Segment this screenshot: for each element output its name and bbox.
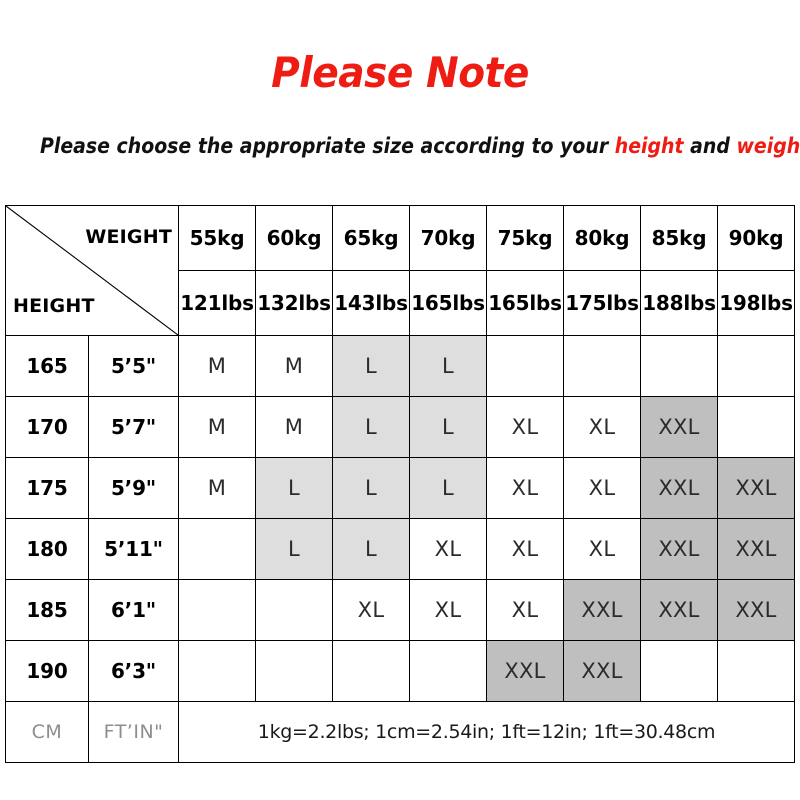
- size-cell-180-70: XL: [409, 518, 487, 580]
- height-cm-185: 185: [5, 579, 89, 641]
- conversion-note: 1kg=2.2lbs; 1cm=2.54in; 1ft=12in; 1ft=30…: [178, 701, 795, 763]
- size-cell-180-80: XL: [563, 518, 641, 580]
- size-cell-170-70: L: [409, 396, 487, 458]
- size-cell-170-55: M: [178, 396, 256, 458]
- footer-cm-label: CM: [5, 701, 89, 763]
- size-cell-175-85: XXL: [640, 457, 718, 519]
- table-row: 185 6’1" XL XL XL XXL XXL XXL: [5, 579, 795, 641]
- size-cell-190-80: XXL: [563, 640, 641, 702]
- size-cell-185-70: XL: [409, 579, 487, 641]
- size-cell-185-90: XXL: [717, 579, 795, 641]
- table-row: 165 5’5" M M L L: [5, 335, 795, 397]
- table-row: 170 5’7" M M L L XL XL XXL: [5, 396, 795, 458]
- page-subtitle: Please choose the appropriate size accor…: [40, 134, 800, 158]
- height-axis-label: HEIGHT: [13, 295, 95, 317]
- weight-kg-header-row: WEIGHT HEIGHT 55kg 60kg 65kg 70kg 75kg 80kg 85kg…: [5, 205, 795, 336]
- size-cell-empty-185-55: [178, 579, 256, 641]
- size-cell-165-60: M: [255, 335, 333, 397]
- height-ft-165: 5’5": [88, 335, 179, 397]
- weight-kg-header-7: 85kg: [640, 205, 718, 271]
- weight-lbs-header-7: 188lbs: [640, 270, 718, 336]
- conversion-footer-row: CM FT’IN" 1kg=2.2lbs; 1cm=2.54in; 1ft=12in…: [5, 701, 795, 763]
- size-chart-table: WEIGHT HEIGHT 55kg 60kg 65kg 70kg 75kg 80kg 85kg…: [5, 205, 795, 763]
- footer-ft-label: FT’IN": [88, 701, 179, 763]
- size-cell-170-75: XL: [486, 396, 564, 458]
- weight-lbs-header-3: 143lbs: [332, 270, 410, 336]
- size-cell-170-80: XL: [563, 396, 641, 458]
- size-chart-page: Please Note Please choose the appropriat…: [0, 0, 800, 800]
- size-cell-175-90: XXL: [717, 457, 795, 519]
- size-cell-empty-190-55: [178, 640, 256, 702]
- size-cell-empty-180-55: [178, 518, 256, 580]
- weight-lbs-header-4: 165lbs: [409, 270, 487, 336]
- height-ft-180: 5’11": [88, 518, 179, 580]
- size-cell-165-70: L: [409, 335, 487, 397]
- subtitle-text-middle: and: [683, 134, 737, 158]
- table-row: 180 5’11" L L XL XL XL XXL XXL: [5, 518, 795, 580]
- size-cell-empty-165-75: [486, 335, 564, 397]
- height-ft-175: 5’9": [88, 457, 179, 519]
- size-cell-185-75: XL: [486, 579, 564, 641]
- weight-lbs-header-8: 198lbs: [717, 270, 795, 336]
- height-ft-170: 5’7": [88, 396, 179, 458]
- size-cell-empty-190-90: [717, 640, 795, 702]
- size-cell-190-75: XXL: [486, 640, 564, 702]
- table-row: 190 6’3" XXL XXL: [5, 640, 795, 702]
- subtitle-highlight-weight: weight: [736, 134, 800, 158]
- size-cell-empty-190-65: [332, 640, 410, 702]
- weight-kg-header-6: 80kg: [563, 205, 641, 271]
- weight-lbs-header-2: 132lbs: [255, 270, 333, 336]
- size-cell-180-60: L: [255, 518, 333, 580]
- weight-kg-header-4: 70kg: [409, 205, 487, 271]
- size-cell-empty-165-85: [640, 335, 718, 397]
- height-ft-190: 6’3": [88, 640, 179, 702]
- subtitle-text-before: Please choose the appropriate size accor…: [40, 134, 615, 158]
- size-cell-165-55: M: [178, 335, 256, 397]
- weight-kg-header-8: 90kg: [717, 205, 795, 271]
- size-cell-185-80: XXL: [563, 579, 641, 641]
- size-cell-175-75: XL: [486, 457, 564, 519]
- size-cell-175-55: M: [178, 457, 256, 519]
- size-cell-180-85: XXL: [640, 518, 718, 580]
- size-cell-165-65: L: [332, 335, 410, 397]
- size-cell-empty-190-70: [409, 640, 487, 702]
- size-cell-185-85: XXL: [640, 579, 718, 641]
- height-cm-180: 180: [5, 518, 89, 580]
- size-cell-empty-165-90: [717, 335, 795, 397]
- size-cell-empty-185-60: [255, 579, 333, 641]
- size-chart-table-wrapper: WEIGHT HEIGHT 55kg 60kg 65kg 70kg 75kg 80kg 85kg…: [5, 205, 795, 763]
- weight-lbs-header-5: 165lbs: [486, 270, 564, 336]
- size-cell-175-60: L: [255, 457, 333, 519]
- height-cm-175: 175: [5, 457, 89, 519]
- size-cell-170-85: XXL: [640, 396, 718, 458]
- weight-kg-header-5: 75kg: [486, 205, 564, 271]
- weight-axis-label: WEIGHT: [85, 226, 172, 248]
- page-title: Please Note: [271, 48, 529, 97]
- size-cell-180-90: XXL: [717, 518, 795, 580]
- size-cell-175-70: L: [409, 457, 487, 519]
- size-cell-empty-190-85: [640, 640, 718, 702]
- corner-header-cell: WEIGHT HEIGHT: [5, 205, 179, 336]
- size-cell-170-60: M: [255, 396, 333, 458]
- weight-kg-header-3: 65kg: [332, 205, 410, 271]
- size-cell-175-80: XL: [563, 457, 641, 519]
- height-ft-185: 6’1": [88, 579, 179, 641]
- height-cm-190: 190: [5, 640, 89, 702]
- size-cell-empty-190-60: [255, 640, 333, 702]
- size-cell-170-65: L: [332, 396, 410, 458]
- size-cell-185-65: XL: [332, 579, 410, 641]
- size-cell-empty-165-80: [563, 335, 641, 397]
- weight-lbs-header-1: 121lbs: [178, 270, 256, 336]
- weight-lbs-header-6: 175lbs: [563, 270, 641, 336]
- size-cell-180-75: XL: [486, 518, 564, 580]
- size-cell-180-65: L: [332, 518, 410, 580]
- subtitle-highlight-height: height: [614, 134, 684, 158]
- size-cell-175-65: L: [332, 457, 410, 519]
- size-cell-empty-170-90: [717, 396, 795, 458]
- height-cm-165: 165: [5, 335, 89, 397]
- table-row: 175 5’9" M L L L XL XL XXL XXL: [5, 457, 795, 519]
- height-cm-170: 170: [5, 396, 89, 458]
- weight-kg-header-1: 55kg: [178, 205, 256, 271]
- weight-kg-header-2: 60kg: [255, 205, 333, 271]
